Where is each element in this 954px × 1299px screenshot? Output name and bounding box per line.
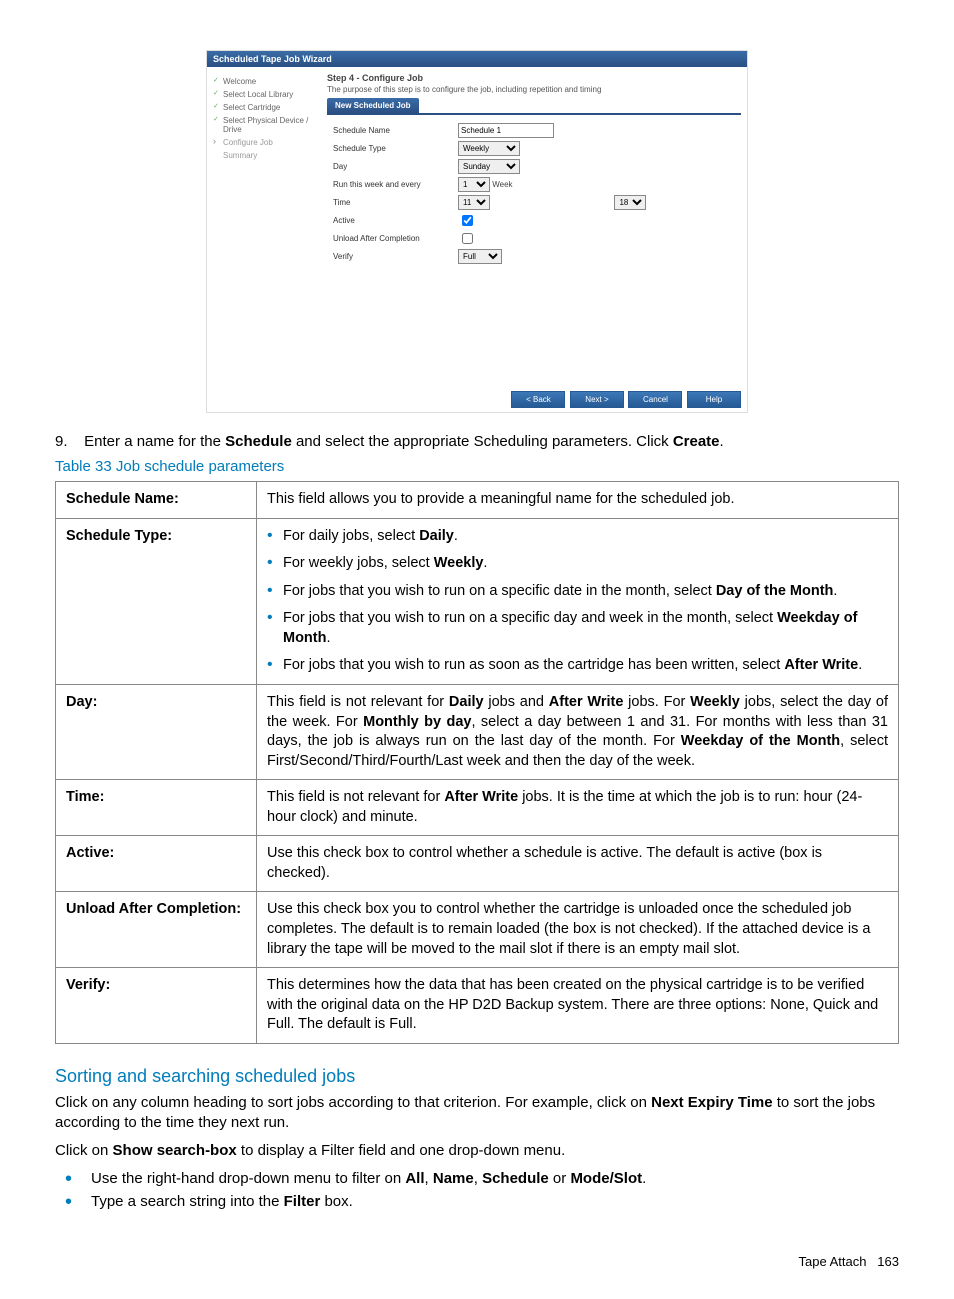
row-schedule-name-label: Schedule Name: — [56, 482, 257, 519]
verify-select[interactable]: Full — [458, 249, 502, 264]
active-label: Active — [327, 216, 458, 225]
wizard-title: Scheduled Tape Job Wizard — [207, 51, 747, 67]
wizard-step-configure-job: Configure Job — [211, 136, 323, 149]
cancel-button[interactable]: Cancel — [628, 391, 682, 408]
schedule-name-input[interactable] — [458, 123, 554, 138]
row-day-text: This field is not relevant for Daily job… — [257, 684, 899, 779]
paragraph-searchbox: Click on Show search-box to display a Fi… — [55, 1141, 899, 1161]
paragraph-sort: Click on any column heading to sort jobs… — [55, 1093, 899, 1134]
row-unload-text: Use this check box you to control whethe… — [257, 892, 899, 968]
time-minute-select[interactable]: 18 — [614, 195, 646, 210]
time-label: Time — [327, 198, 458, 207]
active-checkbox[interactable] — [462, 215, 473, 226]
row-active-text: Use this check box to control whether a … — [257, 836, 899, 892]
page-footer: Tape Attach 163 — [55, 1254, 899, 1269]
wizard-step-welcome: Welcome — [211, 75, 323, 88]
row-verify-text: This determines how the data that has be… — [257, 968, 899, 1044]
help-button[interactable]: Help — [687, 391, 741, 408]
wizard-step-select-device: Select Physical Device / Drive — [211, 114, 323, 136]
wizard-step-select-library: Select Local Library — [211, 88, 323, 101]
wizard-step-description: The purpose of this step is to configure… — [327, 85, 741, 94]
row-time-label: Time: — [56, 780, 257, 836]
row-schedule-type-text: For daily jobs, select Daily. For weekly… — [257, 518, 899, 684]
time-hour-select[interactable]: 11 — [458, 195, 490, 210]
day-label: Day — [327, 162, 458, 171]
schedule-name-label: Schedule Name — [327, 126, 458, 135]
row-day-label: Day: — [56, 684, 257, 779]
wizard-step-summary: Summary — [211, 149, 323, 162]
row-schedule-name-text: This field allows you to provide a meani… — [257, 482, 899, 519]
section-heading: Sorting and searching scheduled jobs — [55, 1066, 899, 1087]
wizard-tab-new-scheduled-job[interactable]: New Scheduled Job — [327, 98, 419, 113]
wizard-sidebar: Welcome Select Local Library Select Cart… — [207, 67, 327, 391]
wizard-form: Schedule Name Schedule Type Weekly Day S… — [327, 113, 741, 385]
unload-label: Unload After Completion — [327, 234, 458, 243]
verify-label: Verify — [327, 252, 458, 261]
runevery-select[interactable]: 1 — [458, 177, 490, 192]
row-unload-label: Unload After Completion: — [56, 892, 257, 968]
schedule-type-label: Schedule Type — [327, 144, 458, 153]
runevery-suffix: Week — [492, 180, 512, 189]
row-schedule-type-label: Schedule Type: — [56, 518, 257, 684]
schedule-type-select[interactable]: Weekly — [458, 141, 520, 156]
step-9-text: 9. Enter a name for the Schedule and sel… — [55, 433, 899, 450]
wizard-step-select-cartridge: Select Cartridge — [211, 101, 323, 114]
bullet-filter-box: Type a search string into the Filter box… — [55, 1193, 899, 1210]
row-verify-label: Verify: — [56, 968, 257, 1044]
bullet-filter-dropdown: Use the right-hand drop-down menu to fil… — [55, 1170, 899, 1187]
wizard-step-header: Step 4 - Configure Job — [327, 73, 741, 83]
row-active-label: Active: — [56, 836, 257, 892]
unload-checkbox[interactable] — [462, 233, 473, 244]
params-table: Schedule Name: This field allows you to … — [55, 481, 899, 1044]
table-caption: Table 33 Job schedule parameters — [55, 458, 899, 475]
back-button[interactable]: < Back — [511, 391, 565, 408]
doc-bullets: Use the right-hand drop-down menu to fil… — [55, 1170, 899, 1210]
row-time-text: This field is not relevant for After Wri… — [257, 780, 899, 836]
wizard-screenshot: Scheduled Tape Job Wizard Welcome Select… — [206, 50, 748, 413]
wizard-button-bar: < Back Next > Cancel Help — [207, 391, 747, 408]
next-button[interactable]: Next > — [570, 391, 624, 408]
day-select[interactable]: Sunday — [458, 159, 520, 174]
runevery-label: Run this week and every — [327, 180, 458, 189]
